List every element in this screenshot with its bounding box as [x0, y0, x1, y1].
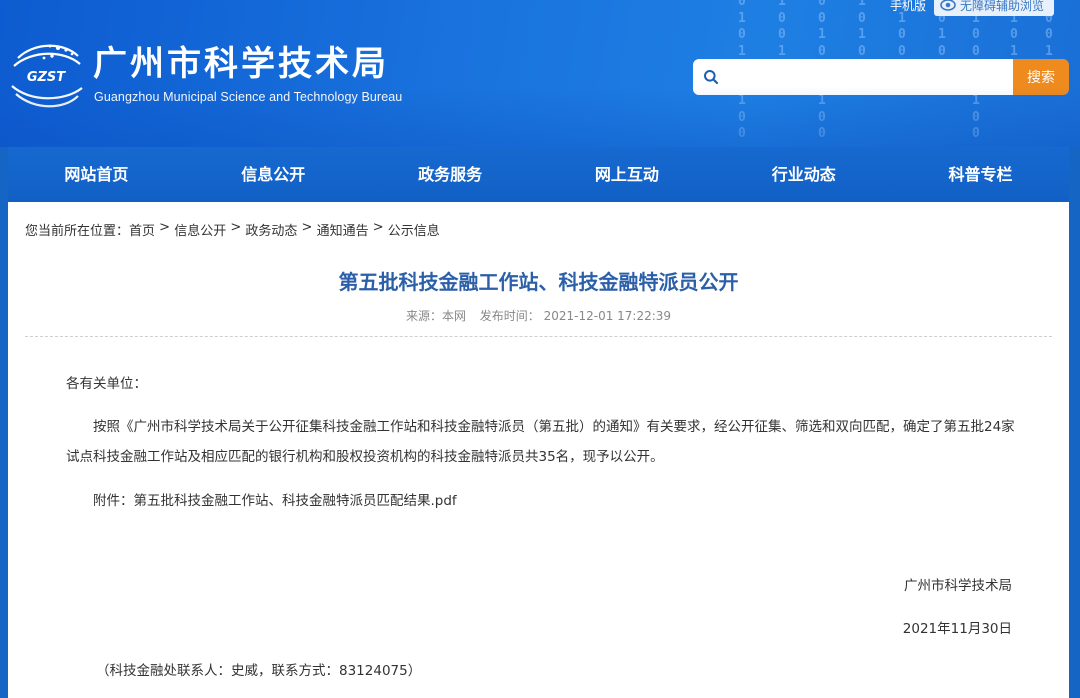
eye-icon — [940, 0, 956, 11]
title-divider — [25, 336, 1052, 337]
breadcrumb-separator: > — [155, 220, 175, 235]
article-title: 第五批科技金融工作站、科技金融特派员公开 — [338, 270, 739, 294]
breadcrumb-home[interactable]: 首页 — [129, 220, 155, 239]
article-paragraph: 按照《广州市科学技术局关于公开征集科技金融工作站和科技金融特派员（第五批）的通知… — [66, 419, 1015, 465]
nav-item-home[interactable]: 网站首页 — [8, 147, 185, 202]
nav-item-online-interaction[interactable]: 网上互动 — [538, 147, 715, 202]
breadcrumb-gov-news[interactable]: 政务动态 — [245, 220, 297, 239]
site-title: 广州市科学技术局 — [93, 44, 389, 84]
site-subtitle: Guangzhou Municipal Science and Technolo… — [94, 90, 403, 104]
top-links: 手机版 无障碍辅助浏览 — [890, 0, 1055, 16]
breadcrumb-separator: > — [368, 220, 388, 235]
breadcrumb-notices[interactable]: 通知通告 — [317, 220, 369, 239]
breadcrumb-public-info[interactable]: 公示信息 — [388, 220, 440, 239]
nav-item-industry-news[interactable]: 行业动态 — [715, 147, 892, 202]
attachment-link[interactable]: 附件：第五批科技金融工作站、科技金融特派员匹配结果.pdf — [93, 489, 457, 509]
site-header: 0 1 0 1 1 1 0 0 1 0 0 1 0 0 0 1 0 1 1 0 … — [0, 0, 1080, 147]
article-meta: 来源：本网 发布时间： 2021-12-01 17:22:39 — [8, 307, 1069, 324]
search-icon — [693, 69, 729, 85]
mobile-version-link[interactable]: 手机版 — [890, 0, 926, 14]
article-source: 来源：本网 — [405, 309, 466, 323]
breadcrumb-separator: > — [297, 220, 317, 235]
svg-text:GZST: GZST — [27, 70, 66, 85]
contact-info: （科技金融处联系人：史威，联系方式：83124075） — [96, 663, 422, 679]
accessibility-button[interactable]: 无障碍辅助浏览 — [934, 0, 1055, 16]
breadcrumb: 您当前所在位置： 首页 > 信息公开 > 政务动态 > 通知通告 > 公示信息 — [25, 220, 440, 239]
accessibility-label: 无障碍辅助浏览 — [960, 0, 1045, 13]
nav-item-info-disclosure[interactable]: 信息公开 — [185, 147, 362, 202]
breadcrumb-separator: > — [226, 220, 246, 235]
gzst-logo-icon: GZST — [11, 44, 83, 108]
article-greeting: 各有关单位： — [66, 376, 147, 392]
nav-item-science-popularization[interactable]: 科普专栏 — [892, 147, 1069, 202]
article-published-time: 发布时间： 2021-12-01 17:22:39 — [479, 309, 672, 323]
content-panel: 您当前所在位置： 首页 > 信息公开 > 政务动态 > 通知通告 > 公示信息 … — [8, 202, 1069, 698]
search-input[interactable] — [729, 61, 1003, 93]
breadcrumb-prefix: 您当前所在位置： — [25, 224, 130, 239]
search-button[interactable]: 搜索 — [1013, 59, 1069, 95]
signature-date: 2021年11月30日 — [902, 621, 1012, 637]
main-nav: 网站首页 信息公开 政务服务 网上互动 行业动态 科普专栏 — [8, 147, 1069, 202]
search-box — [693, 59, 1013, 95]
breadcrumb-info-disclosure[interactable]: 信息公开 — [174, 220, 226, 239]
signature-organization: 广州市科学技术局 — [904, 578, 1012, 594]
nav-item-gov-services[interactable]: 政务服务 — [362, 147, 539, 202]
